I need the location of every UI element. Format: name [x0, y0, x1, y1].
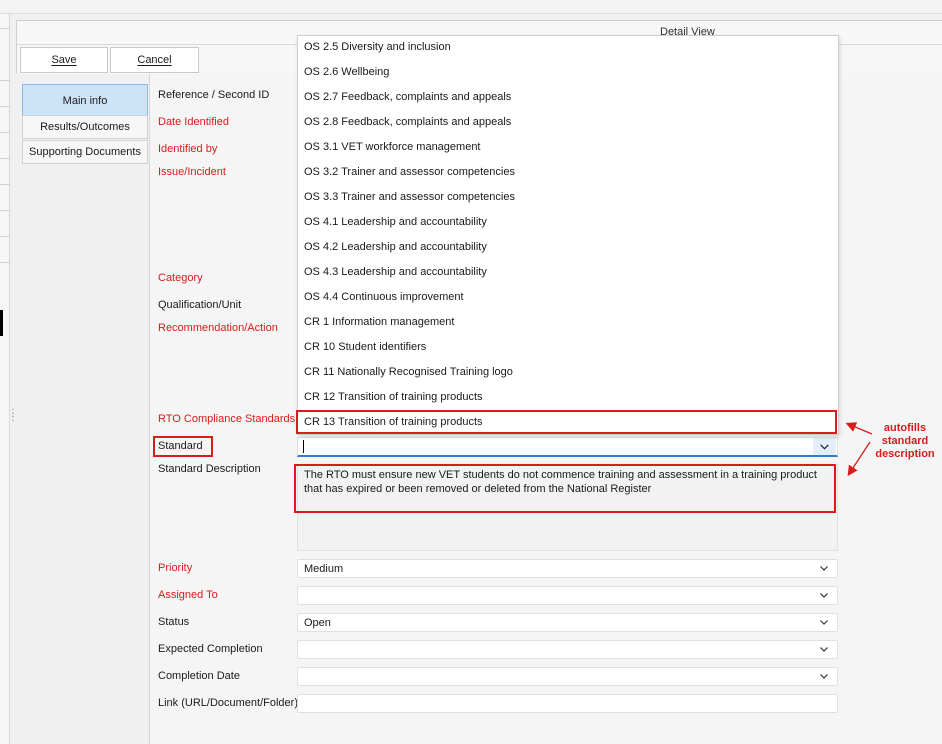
label-completion-date: Completion Date [158, 670, 240, 682]
completion-date-select[interactable] [297, 667, 838, 686]
dropdown-option[interactable]: OS 2.7 Feedback, complaints and appeals [304, 91, 511, 103]
chevron-down-icon [820, 620, 828, 625]
standard-dropdown-button[interactable] [813, 438, 836, 455]
annotation-line: description [875, 448, 935, 460]
dropdown-option[interactable]: OS 3.1 VET workforce management [304, 141, 481, 153]
priority-select[interactable]: Medium [297, 559, 838, 578]
window-top-strip [0, 0, 942, 14]
label-category: Category [158, 272, 203, 284]
cancel-button-label: Cancel [137, 54, 172, 66]
standard-input[interactable] [297, 437, 838, 457]
label-recommendation-action: Recommendation/Action [158, 322, 278, 334]
tab-label: Main info [62, 94, 108, 107]
chevron-down-icon [820, 444, 829, 450]
dropdown-option[interactable]: OS 2.6 Wellbeing [304, 66, 389, 78]
text-caret [303, 440, 304, 453]
selected-option-highlight [296, 410, 837, 434]
tab-results-outcomes[interactable]: Results/Outcomes [22, 115, 148, 139]
chevron-down-icon [820, 566, 828, 571]
tab-main-info[interactable]: Main info [22, 84, 148, 117]
description-highlight [294, 464, 836, 513]
dropdown-option[interactable]: CR 11 Nationally Recognised Training log… [304, 366, 513, 378]
label-reference: Reference / Second ID [158, 89, 270, 101]
chevron-down-icon [820, 593, 828, 598]
dropdown-option[interactable]: CR 12 Transition of training products [304, 391, 483, 403]
dropdown-option[interactable]: OS 2.5 Diversity and inclusion [304, 41, 451, 53]
label-priority: Priority [158, 562, 193, 574]
annotation-line: autofills [883, 422, 927, 434]
status-select[interactable]: Open [297, 613, 838, 632]
tab-label: Supporting Documents [29, 146, 141, 158]
annotation-line: standard [881, 435, 929, 447]
tab-supporting-documents[interactable]: Supporting Documents [22, 140, 148, 164]
standard-label-highlight [153, 436, 213, 457]
dropdown-option[interactable]: OS 2.8 Feedback, complaints and appeals [304, 116, 511, 128]
dropdown-option[interactable]: OS 3.3 Trainer and assessor competencies [304, 191, 515, 203]
label-link: Link (URL/Document/Folder) [158, 697, 298, 709]
tab-label: Results/Outcomes [40, 121, 130, 133]
label-rto-compliance-standards: RTO Compliance Standards [158, 413, 296, 425]
tab-strip [16, 74, 149, 744]
dropdown-option[interactable]: OS 4.3 Leadership and accountability [304, 266, 487, 278]
annotation-text: autofills standard description [868, 422, 942, 461]
label-issue-incident: Issue/Incident [158, 166, 226, 178]
label-assigned-to: Assigned To [158, 589, 218, 601]
label-standard-description: Standard Description [158, 463, 261, 475]
left-collapsed-pane[interactable] [0, 14, 10, 744]
dropdown-option[interactable]: CR 10 Student identifiers [304, 341, 426, 353]
dropdown-option[interactable]: OS 3.2 Trainer and assessor competencies [304, 166, 515, 178]
link-input[interactable] [297, 694, 838, 713]
assigned-to-select[interactable] [297, 586, 838, 605]
splitter-handle[interactable]: ⋮ ⋮ [8, 409, 18, 423]
dropdown-option[interactable]: OS 4.4 Continuous improvement [304, 291, 464, 303]
expected-completion-select[interactable] [297, 640, 838, 659]
save-button-label: Save [51, 54, 77, 66]
scroll-marker [0, 310, 3, 336]
label-status: Status [158, 616, 190, 628]
dropdown-option[interactable]: OS 4.2 Leadership and accountability [304, 241, 487, 253]
cancel-button[interactable]: Cancel [110, 47, 199, 73]
label-expected-completion: Expected Completion [158, 643, 263, 655]
chevron-down-icon [820, 647, 828, 652]
label-identified-by: Identified by [158, 143, 218, 155]
label-qualification-unit: Qualification/Unit [158, 299, 242, 311]
dropdown-option[interactable]: CR 1 Information management [304, 316, 454, 328]
status-value: Open [304, 616, 331, 629]
label-date-identified: Date Identified [158, 116, 229, 128]
dropdown-option[interactable]: OS 4.1 Leadership and accountability [304, 216, 487, 228]
save-button[interactable]: Save [20, 47, 108, 73]
chevron-down-icon [820, 674, 828, 679]
priority-value: Medium [304, 562, 344, 575]
